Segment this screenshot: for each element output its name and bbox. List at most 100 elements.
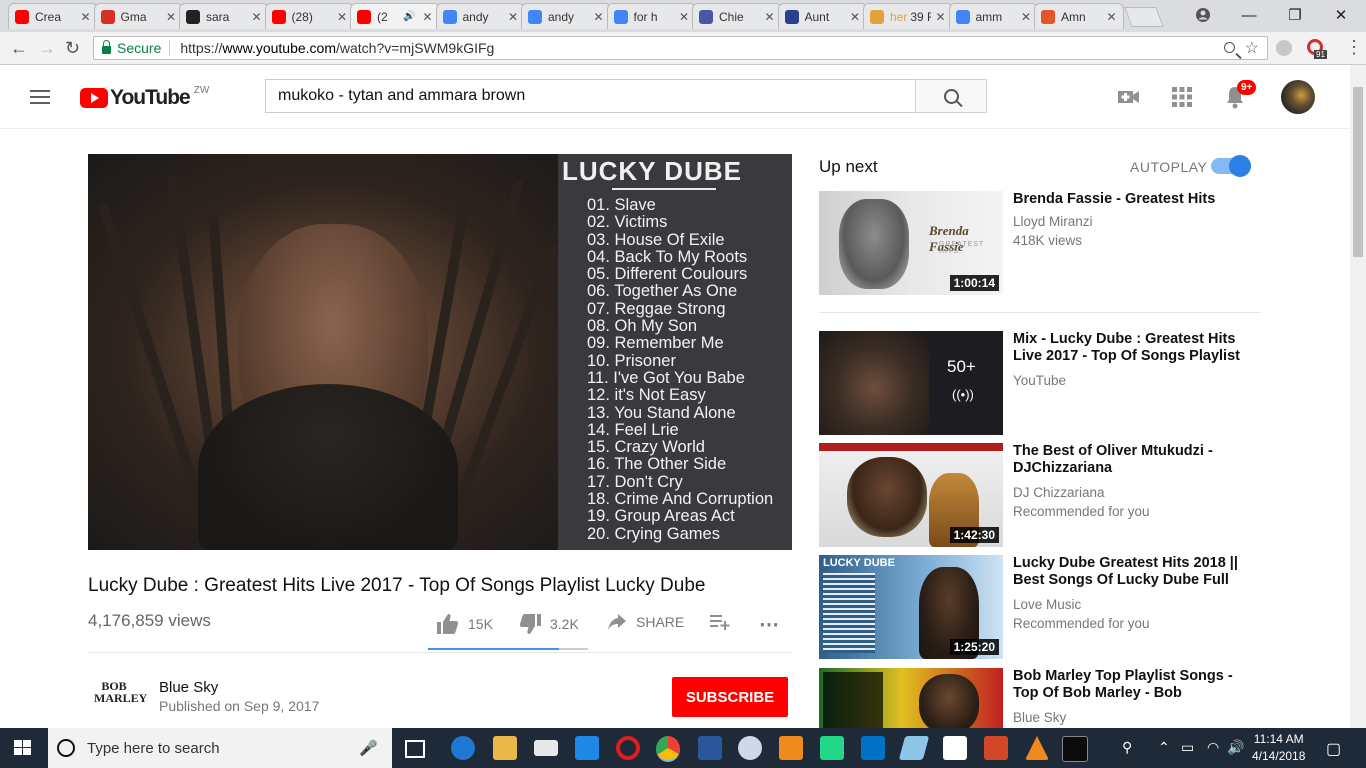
- browser-menu-icon[interactable]: ⋮: [1345, 37, 1363, 58]
- notepad-icon[interactable]: [898, 736, 930, 760]
- powerpoint-icon[interactable]: [984, 736, 1008, 760]
- subscribe-button[interactable]: SUBSCRIBE: [672, 677, 788, 717]
- close-tab-icon[interactable]: ✕: [251, 10, 261, 24]
- browser-tab[interactable]: andy ✕: [435, 3, 525, 29]
- action-center-icon[interactable]: ▢: [1326, 739, 1341, 759]
- bookmark-star-icon[interactable]: ☆: [1245, 38, 1259, 58]
- upload-video-icon[interactable]: [1118, 88, 1140, 111]
- recommendation-item[interactable]: LUCKY DUBE 1:25:20 Lucky Dube Greatest H…: [819, 555, 1264, 659]
- opera-icon[interactable]: [616, 736, 640, 760]
- close-tab-icon[interactable]: ✕: [850, 10, 860, 24]
- app-icon[interactable]: [575, 736, 599, 760]
- recommendation-thumbnail[interactable]: 50+ ((•)): [819, 331, 1003, 435]
- youtube-logo[interactable]: YouTube ZW: [80, 85, 209, 110]
- page-scrollbar[interactable]: [1350, 65, 1366, 728]
- secure-indicator[interactable]: Secure: [102, 40, 161, 56]
- wifi-icon[interactable]: ◠: [1207, 739, 1219, 756]
- apps-grid-icon[interactable]: [1172, 87, 1192, 112]
- address-bar[interactable]: Secure https://www.youtube.com/watch?v=m…: [93, 36, 1268, 60]
- recommendation-title[interactable]: Brenda Fassie - Greatest Hits: [1013, 191, 1248, 208]
- recommendation-title[interactable]: The Best of Oliver Mtukudzi - DJChizzari…: [1013, 443, 1248, 477]
- word-icon[interactable]: [698, 736, 722, 760]
- browser-tab[interactable]: Gma ✕: [93, 3, 183, 29]
- recommendation-item[interactable]: Bob Marley Top Playlist Songs - Top Of B…: [819, 668, 1264, 728]
- recommendation-thumbnail[interactable]: 1:42:30: [819, 443, 1003, 547]
- people-icon[interactable]: ⚲: [1122, 739, 1132, 756]
- task-view-icon[interactable]: [405, 740, 425, 758]
- restore-button[interactable]: ❐: [1272, 0, 1318, 30]
- close-tab-icon[interactable]: ✕: [422, 10, 432, 24]
- recommendation-thumbnail[interactable]: [819, 668, 1003, 728]
- battery-icon[interactable]: ▭: [1181, 739, 1194, 756]
- minimize-button[interactable]: —: [1226, 0, 1272, 30]
- paint-icon[interactable]: [738, 736, 762, 760]
- like-button[interactable]: 15K: [437, 614, 493, 634]
- close-tab-icon[interactable]: ✕: [337, 10, 347, 24]
- browser-tab[interactable]: andy ✕: [521, 3, 611, 29]
- browser-tab[interactable]: sara ✕: [179, 3, 269, 29]
- browser-tab[interactable]: (28) ✕: [264, 3, 354, 29]
- recommendation-item[interactable]: Brenda Fassie GREATEST HITS 1:00:14 Bren…: [819, 191, 1264, 295]
- recommendation-title[interactable]: Bob Marley Top Playlist Songs - Top Of B…: [1013, 668, 1248, 702]
- tray-chevron-icon[interactable]: ⌃: [1158, 739, 1170, 756]
- volume-icon[interactable]: 🔊: [1227, 739, 1244, 756]
- close-tab-icon[interactable]: ✕: [679, 10, 689, 24]
- close-tab-icon[interactable]: ✕: [935, 10, 945, 24]
- autoplay-toggle[interactable]: [1211, 155, 1251, 177]
- extension-icon[interactable]: [1276, 40, 1292, 56]
- close-tab-icon[interactable]: ✕: [80, 10, 90, 24]
- file-explorer-icon[interactable]: [493, 736, 517, 760]
- close-tab-icon[interactable]: ✕: [593, 10, 603, 24]
- recommendation-thumbnail[interactable]: LUCKY DUBE 1:25:20: [819, 555, 1003, 659]
- outlook-icon[interactable]: [861, 736, 885, 760]
- pycharm-icon[interactable]: [820, 736, 844, 760]
- microphone-icon[interactable]: 🎤: [359, 739, 378, 757]
- channel-logo[interactable]: BOB MARLEY: [88, 676, 147, 716]
- sublime-icon[interactable]: [779, 736, 803, 760]
- browser-tab[interactable]: for h ✕: [606, 3, 696, 29]
- browser-tab[interactable]: (2 🔊 ✕: [350, 3, 440, 29]
- dislike-button[interactable]: 3.2K: [519, 614, 579, 634]
- share-button[interactable]: SHARE: [608, 614, 684, 630]
- video-player[interactable]: LUCKY DUBE 01. Slave 02. Victims 03. House…: [88, 154, 792, 550]
- terminal-icon[interactable]: [1062, 736, 1088, 762]
- close-tab-icon[interactable]: ✕: [764, 10, 774, 24]
- recommendation-item[interactable]: 1:42:30 The Best of Oliver Mtukudzi - DJ…: [819, 443, 1264, 547]
- back-button[interactable]: ←: [10, 38, 28, 59]
- close-tab-icon[interactable]: ✕: [508, 10, 518, 24]
- close-window-button[interactable]: ✕: [1318, 0, 1364, 30]
- recommendation-title[interactable]: Lucky Dube Greatest Hits 2018 || Best So…: [1013, 555, 1248, 589]
- photos-icon[interactable]: [943, 736, 967, 760]
- chrome-icon[interactable]: [656, 736, 680, 762]
- close-tab-icon[interactable]: ✕: [166, 10, 176, 24]
- search-button[interactable]: [915, 79, 987, 113]
- search-input[interactable]: mukoko - tytan and ammara brown: [265, 79, 916, 113]
- close-tab-icon[interactable]: ✕: [1106, 10, 1116, 24]
- reload-button[interactable]: ↻: [65, 38, 80, 59]
- taskbar-clock[interactable]: 11:14 AM 4/14/2018: [1252, 731, 1305, 765]
- channel-name[interactable]: Blue Sky: [159, 679, 218, 696]
- profile-icon[interactable]: [1180, 0, 1226, 30]
- scrollbar-thumb[interactable]: [1353, 87, 1363, 257]
- more-actions-icon[interactable]: ⋯: [759, 612, 779, 637]
- zoom-icon[interactable]: [1224, 40, 1235, 56]
- start-button[interactable]: [14, 740, 32, 756]
- browser-tab[interactable]: Aunt ✕: [777, 3, 867, 29]
- close-tab-icon[interactable]: ✕: [1021, 10, 1031, 24]
- recommendation-thumbnail[interactable]: Brenda Fassie GREATEST HITS 1:00:14: [819, 191, 1003, 295]
- tab-audio-icon[interactable]: 🔊: [403, 11, 415, 22]
- recommendation-title[interactable]: Mix - Lucky Dube : Greatest Hits Live 20…: [1013, 331, 1248, 365]
- taskbar-search-box[interactable]: Type here to search 🎤: [48, 728, 392, 768]
- forward-button[interactable]: →: [38, 38, 56, 59]
- mail-icon[interactable]: [534, 740, 558, 756]
- add-to-playlist-button[interactable]: [710, 614, 730, 630]
- browser-tab[interactable]: amm ✕: [948, 3, 1038, 29]
- menu-icon[interactable]: [30, 90, 50, 108]
- new-tab-button[interactable]: [1124, 7, 1164, 27]
- browser-tab[interactable]: Crea ✕: [8, 3, 98, 29]
- recommendation-item[interactable]: 50+ ((•)) Mix - Lucky Dube : Greatest Hi…: [819, 331, 1264, 435]
- browser-tab[interactable]: Amn ✕: [1034, 3, 1124, 29]
- browser-tab[interactable]: her39 F ✕: [863, 3, 953, 29]
- browser-tab[interactable]: Chie ✕: [692, 3, 782, 29]
- account-avatar[interactable]: [1281, 80, 1315, 114]
